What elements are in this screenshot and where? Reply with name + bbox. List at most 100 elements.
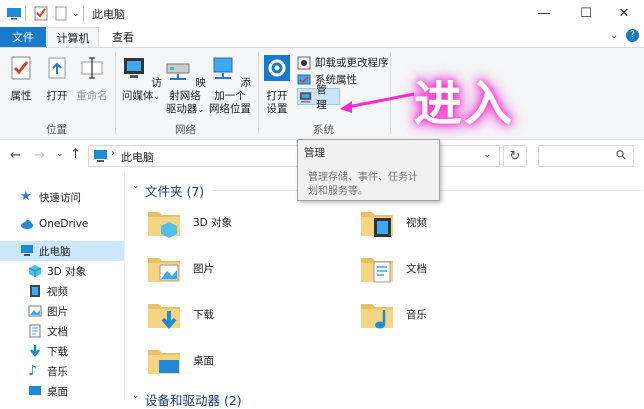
maximize-button[interactable]: ☐ bbox=[566, 0, 606, 27]
add-network-location-button[interactable]: 添加一个 网络位置 bbox=[207, 54, 253, 116]
star-icon: ★ bbox=[20, 189, 32, 204]
folder-downloads[interactable]: 下载 bbox=[147, 298, 214, 330]
tooltip-line-2: 划和服务等。 bbox=[308, 186, 368, 197]
rename-label: 重命名 bbox=[76, 90, 108, 102]
picture-icon bbox=[28, 305, 42, 317]
folder-desktop[interactable]: 桌面 bbox=[147, 344, 214, 376]
folder-3d-objects[interactable]: 3D 对象 bbox=[147, 206, 232, 238]
nav-downloads[interactable]: 下载 bbox=[0, 341, 124, 361]
back-arrow-icon[interactable]: ← bbox=[10, 148, 21, 163]
properties-checklist-icon[interactable] bbox=[33, 5, 49, 21]
new-folder-icon[interactable] bbox=[53, 5, 69, 21]
open-settings-label-1: 打开 bbox=[266, 90, 288, 102]
close-button[interactable]: ✕ bbox=[604, 0, 644, 27]
ribbon: 属性 打开 重命名 位置 访问媒体⌄ 映射网络 驱动器⌄ 添加一个 网络位置 网… bbox=[0, 47, 644, 140]
minimize-button[interactable]: — bbox=[524, 0, 564, 27]
nav-documents[interactable]: 文档 bbox=[0, 321, 124, 341]
folder-label: 音乐 bbox=[406, 308, 427, 321]
nav-music[interactable]: ♪ 音乐 bbox=[0, 361, 124, 381]
refresh-button[interactable]: ↻ bbox=[503, 145, 527, 167]
desktop-icon bbox=[29, 386, 41, 395]
open-icon bbox=[48, 57, 66, 79]
nav-label: OneDrive bbox=[39, 218, 89, 230]
system-properties-button[interactable]: 系统属性 bbox=[297, 71, 389, 88]
address-dropdown-icon[interactable]: ⌄ bbox=[483, 149, 491, 160]
map-network-drive-button[interactable]: 映射网络 驱动器⌄ bbox=[163, 54, 207, 116]
folder-label: 视频 bbox=[406, 216, 427, 229]
checklist-icon bbox=[11, 56, 31, 80]
open-settings-label-2: 设置 bbox=[266, 103, 288, 115]
group-label-network: 网络 bbox=[175, 124, 196, 136]
cloud-icon bbox=[21, 220, 33, 229]
folder-desktop-icon bbox=[148, 350, 180, 374]
tab-computer[interactable]: 计算机 bbox=[47, 27, 99, 48]
folder-cube-icon bbox=[148, 212, 180, 238]
folder-label: 下载 bbox=[193, 308, 214, 321]
tab-file[interactable]: 文件 bbox=[0, 27, 46, 47]
access-media-button[interactable]: 访问媒体⌄ bbox=[119, 54, 163, 103]
open-button[interactable]: 打开 bbox=[40, 54, 74, 103]
dropdown-arrow-icon: ⌄ bbox=[153, 92, 161, 101]
group-separator bbox=[115, 52, 116, 134]
group-separator bbox=[258, 52, 259, 134]
up-arrow-icon[interactable]: ↑ bbox=[70, 147, 81, 162]
window-title: 此电脑 bbox=[92, 8, 125, 21]
group-label-location: 位置 bbox=[46, 124, 67, 136]
search-icon: ⚲ bbox=[613, 146, 631, 165]
address-path: 此电脑 bbox=[121, 151, 154, 164]
document-icon bbox=[29, 324, 41, 338]
nav-this-pc[interactable]: 此电脑 bbox=[0, 241, 124, 261]
settings-gear-icon bbox=[264, 55, 290, 81]
properties-button[interactable]: 属性 bbox=[4, 54, 38, 103]
folder-music-icon bbox=[361, 304, 393, 329]
nav-pictures[interactable]: 图片 bbox=[0, 301, 124, 321]
nav-label: 快速访问 bbox=[39, 191, 81, 204]
ribbon-collapse-icon[interactable]: ⌄ bbox=[610, 30, 618, 41]
nav-3d-objects[interactable]: 3D 对象 bbox=[0, 261, 124, 281]
add-network-label-2: 网络位置 bbox=[209, 103, 251, 115]
nav-label: 桌面 bbox=[47, 385, 68, 398]
nav-onedrive[interactable]: OneDrive bbox=[0, 214, 124, 234]
tab-view[interactable]: 查看 bbox=[100, 27, 146, 47]
quick-access-dropdown-icon[interactable]: ⌄ bbox=[72, 9, 80, 19]
nav-quick-access[interactable]: ★ 快速访问 bbox=[0, 187, 124, 207]
manage-icon bbox=[299, 91, 312, 103]
folder-document-icon bbox=[361, 258, 393, 283]
forward-arrow-icon[interactable]: → bbox=[34, 148, 45, 163]
tooltip-line-1: 管理存储、事件、任务计 bbox=[308, 172, 418, 183]
rename-button[interactable]: 重命名 bbox=[74, 54, 110, 103]
open-label: 打开 bbox=[46, 90, 68, 102]
search-input[interactable]: ⚲ bbox=[538, 145, 634, 167]
dropdown-arrow-icon: ⌄ bbox=[197, 105, 205, 114]
folder-videos[interactable]: 视频 bbox=[360, 206, 427, 238]
folder-music[interactable]: 音乐 bbox=[360, 298, 427, 330]
manage-label: 管理 bbox=[316, 83, 327, 111]
open-settings-button[interactable]: 打开 设置 bbox=[262, 54, 292, 116]
content-pane: ⌄ 文件夹 (7) 3D 对象 视频 图片 文档 下载 音乐 桌面 ⌄ 设备和驱… bbox=[125, 172, 644, 408]
nav-label: 此电脑 bbox=[39, 245, 71, 258]
folder-picture-icon bbox=[148, 258, 180, 282]
computer-icon bbox=[21, 245, 33, 256]
uninstall-button[interactable]: 卸载或更改程序 bbox=[297, 54, 389, 71]
help-icon[interactable]: ? bbox=[626, 29, 639, 42]
nav-desktop[interactable]: 桌面 bbox=[0, 381, 124, 401]
computer-icon bbox=[7, 8, 21, 20]
folders-section-header[interactable]: 文件夹 (7) bbox=[145, 181, 204, 200]
music-icon: ♪ bbox=[28, 363, 37, 379]
section-collapse-icon[interactable]: ⌄ bbox=[132, 181, 140, 191]
folder-label: 桌面 bbox=[193, 354, 214, 367]
map-drive-label-2: 驱动器 bbox=[165, 103, 198, 115]
nav-label: 文档 bbox=[47, 325, 68, 338]
manage-button[interactable]: 管理 bbox=[297, 84, 340, 111]
group-label-system: 系统 bbox=[313, 124, 334, 136]
nav-videos[interactable]: 视频 bbox=[0, 281, 124, 301]
recent-locations-icon[interactable]: ⌄ bbox=[56, 149, 64, 159]
folder-documents[interactable]: 文档 bbox=[360, 252, 427, 284]
folder-pictures[interactable]: 图片 bbox=[147, 252, 214, 284]
download-icon bbox=[30, 345, 40, 358]
uninstall-label: 卸载或更改程序 bbox=[315, 57, 389, 69]
rename-icon bbox=[81, 57, 103, 79]
tooltip-title: 管理 bbox=[304, 147, 325, 159]
video-icon bbox=[30, 285, 40, 297]
map-drive-icon bbox=[166, 63, 190, 80]
